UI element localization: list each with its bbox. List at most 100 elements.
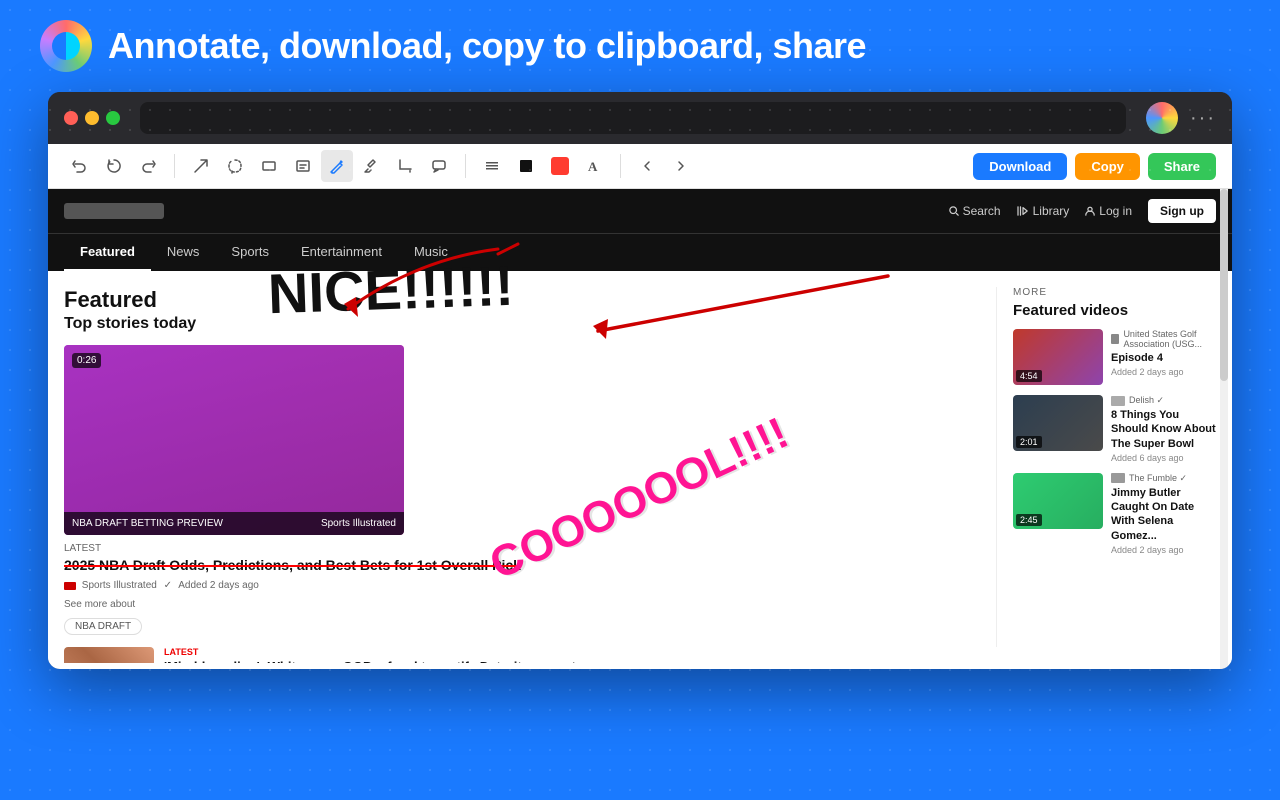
article-2: LATEST 'Mind-boggling': Whitmer on GOP r… — [64, 647, 980, 663]
lines-tool[interactable] — [476, 150, 508, 182]
video-caption-text: NBA DRAFT BETTING PREVIEW — [72, 518, 223, 529]
publisher-logo-usg — [1111, 334, 1119, 344]
video-2-added: Added 6 days ago — [1111, 453, 1216, 463]
divider-3 — [620, 154, 621, 178]
nav-music[interactable]: Music — [398, 234, 464, 271]
article-2-title[interactable]: 'Mind-boggling': Whitmer on GOP refusal … — [164, 659, 980, 663]
video-2-publisher: Delish ✓ — [1129, 395, 1164, 406]
video-3-added: Added 2 days ago — [1111, 545, 1216, 555]
video-card-1[interactable]: 4:54 United States Golf Association (USG… — [1013, 329, 1216, 385]
highlighter-tool[interactable] — [355, 150, 387, 182]
fill-tool[interactable] — [510, 150, 542, 182]
browser-icon — [1146, 102, 1178, 134]
video-1-added: Added 2 days ago — [1111, 367, 1216, 377]
video-3-title: Jimmy Butler Caught On Date With Selena … — [1111, 486, 1216, 543]
address-bar[interactable] — [140, 102, 1126, 134]
nav-featured[interactable]: Featured — [64, 234, 151, 271]
video-2-title: 8 Things You Should Know About The Super… — [1111, 408, 1216, 451]
text-box-tool[interactable] — [287, 150, 319, 182]
video-1-publisher-row: United States Golf Association (USG... — [1111, 329, 1216, 349]
site-nav-links: Featured News Sports Entertainment Music — [48, 233, 1232, 271]
signup-button[interactable]: Sign up — [1148, 199, 1216, 223]
section-subtitle: Top stories today — [64, 315, 980, 333]
featured-videos-title: Featured videos — [1013, 302, 1216, 319]
library-action[interactable]: Library — [1017, 204, 1070, 218]
nba-draft-tag[interactable]: NBA DRAFT — [64, 618, 142, 635]
video-3-info: The Fumble ✓ Jimmy Butler Caught On Date… — [1111, 473, 1216, 555]
font-tool[interactable]: A — [578, 150, 610, 182]
content-right: MORE Featured videos 4:54 United States … — [996, 287, 1216, 647]
copy-button[interactable]: Copy — [1075, 153, 1140, 180]
app-logo — [40, 20, 92, 72]
browser-chrome: ··· — [48, 92, 1232, 144]
video-duration: 0:26 — [72, 353, 101, 368]
main-content: Featured Top stories today 0:26 NBA DRAF… — [48, 271, 1232, 663]
redo-button[interactable] — [132, 150, 164, 182]
publisher-logo-si — [64, 582, 76, 590]
site-nav-actions: Search Library Log in Sign up — [949, 199, 1216, 223]
website-content: Search Library Log in Sign up Featured N… — [48, 189, 1232, 669]
close-button[interactable] — [64, 111, 78, 125]
svg-text:A: A — [588, 159, 598, 174]
browser-window: ··· — [48, 92, 1232, 669]
login-label: Log in — [1099, 204, 1132, 218]
video-3-publisher: The Fumble ✓ — [1129, 473, 1187, 484]
video-caption: NBA DRAFT BETTING PREVIEW Sports Illustr… — [64, 512, 404, 535]
header-title: Annotate, download, copy to clipboard, s… — [108, 25, 866, 67]
maximize-button[interactable] — [106, 111, 120, 125]
divider-2 — [465, 154, 466, 178]
see-more: See more about — [64, 599, 980, 610]
annotation-toolbar: A Download Copy Share — [48, 144, 1232, 189]
article-1-title[interactable]: 2025 NBA Draft Odds, Predictions, and Be… — [64, 556, 980, 574]
top-header: Annotate, download, copy to clipboard, s… — [0, 0, 1280, 92]
video-2-info: Delish ✓ 8 Things You Should Know About … — [1111, 395, 1216, 463]
crop-tool[interactable] — [389, 150, 421, 182]
browser-menu-icon[interactable]: ··· — [1190, 107, 1216, 130]
video-3-duration: 2:45 — [1016, 514, 1042, 526]
video-1-title: Episode 4 — [1111, 351, 1216, 365]
featured-video[interactable]: 0:26 NBA DRAFT BETTING PREVIEW Sports Il… — [64, 345, 404, 535]
rectangle-tool[interactable] — [253, 150, 285, 182]
article-1-tag: LATEST — [64, 543, 980, 554]
video-card-3[interactable]: 2:45 The Fumble ✓ Jimmy Butler Caught On… — [1013, 473, 1216, 555]
toolbar-actions: Download Copy Share — [973, 153, 1216, 180]
video-thumb-3: 2:45 — [1013, 473, 1103, 529]
pen-tool[interactable] — [321, 150, 353, 182]
article-2-text: LATEST 'Mind-boggling': Whitmer on GOP r… — [164, 647, 980, 663]
video-1-duration: 4:54 — [1016, 370, 1042, 382]
publisher-logo-delish — [1111, 396, 1125, 406]
callout-tool[interactable] — [423, 150, 455, 182]
nav-sports[interactable]: Sports — [215, 234, 285, 271]
lasso-tool[interactable] — [219, 150, 251, 182]
share-button[interactable]: Share — [1148, 153, 1216, 180]
article-1-added: Added 2 days ago — [178, 580, 259, 591]
article-1-publisher: Sports Illustrated — [82, 580, 157, 591]
minimize-button[interactable] — [85, 111, 99, 125]
site-logo — [64, 203, 164, 219]
video-1-publisher: United States Golf Association (USG... — [1123, 329, 1216, 349]
search-action[interactable]: Search — [949, 204, 1001, 218]
download-button[interactable]: Download — [973, 153, 1067, 180]
view-tools — [631, 150, 697, 182]
color-red-swatch[interactable] — [544, 150, 576, 182]
forward-tool[interactable] — [665, 150, 697, 182]
refresh-button[interactable] — [98, 150, 130, 182]
more-label: MORE — [1013, 287, 1216, 298]
article-1: LATEST 2025 NBA Draft Odds, Predictions,… — [64, 543, 980, 635]
content-left: Featured Top stories today 0:26 NBA DRAF… — [64, 287, 996, 647]
divider-1 — [174, 154, 175, 178]
search-label: Search — [963, 204, 1001, 218]
back-tool[interactable] — [631, 150, 663, 182]
arrow-tool[interactable] — [185, 150, 217, 182]
login-action[interactable]: Log in — [1085, 204, 1132, 218]
article-1-meta: Sports Illustrated ✓ Added 2 days ago — [64, 580, 980, 591]
scrollbar-thumb[interactable] — [1220, 189, 1228, 381]
video-card-2[interactable]: 2:01 Delish ✓ 8 Things You Should Know A… — [1013, 395, 1216, 463]
nav-news[interactable]: News — [151, 234, 216, 271]
scrollbar-track[interactable] — [1220, 189, 1228, 669]
library-label: Library — [1033, 204, 1070, 218]
video-3-publisher-row: The Fumble ✓ — [1111, 473, 1216, 484]
undo-button[interactable] — [64, 150, 96, 182]
video-1-info: United States Golf Association (USG... E… — [1111, 329, 1216, 385]
nav-entertainment[interactable]: Entertainment — [285, 234, 398, 271]
